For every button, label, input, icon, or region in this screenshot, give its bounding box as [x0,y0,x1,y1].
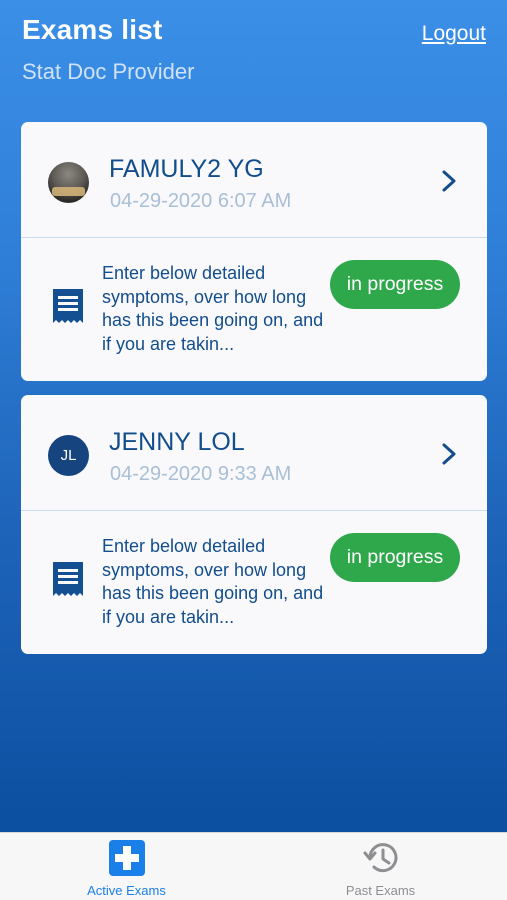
symptoms-text: Enter below detailed symptoms, over how … [102,536,324,627]
chevron-right-icon[interactable] [441,170,457,192]
receipt-icon [53,562,83,596]
exam-date: 04-29-2020 9:33 AM [110,463,292,485]
patient-avatar-photo [48,162,89,203]
patient-name: FAMULY2 YG [109,155,264,183]
history-icon [363,843,397,873]
page-subtitle: Stat Doc Provider [22,59,195,84]
exam-card-body: Enter below detailed symptoms, over how … [21,512,487,654]
tab-active-exams[interactable]: Active Exams [0,833,253,900]
exam-date: 04-29-2020 6:07 AM [110,190,292,212]
exam-card: FAMULY2 YG 04-29-2020 6:07 AM Enter belo… [21,122,487,381]
page-title: Exams list [22,14,163,45]
status-badge: in progress [330,533,460,582]
tab-past-exams[interactable]: Past Exams [254,833,507,900]
exam-card: JL JENNY LOL 04-29-2020 9:33 AM Enter be… [21,395,487,654]
receipt-icon [53,289,83,323]
chevron-right-icon[interactable] [441,443,457,465]
status-badge: in progress [330,260,460,309]
patient-avatar-initials: JL [48,435,89,476]
exam-card-header[interactable]: FAMULY2 YG 04-29-2020 6:07 AM [21,122,487,238]
exams-screen: Exams list Stat Doc Provider Logout FAMU… [0,0,507,832]
exam-card-header[interactable]: JL JENNY LOL 04-29-2020 9:33 AM [21,395,487,511]
tab-label: Active Exams [87,883,166,898]
symptoms-text: Enter below detailed symptoms, over how … [102,263,324,354]
tab-label: Past Exams [345,883,416,898]
tab-bar: Active Exams Past Exams [0,832,507,900]
plus-square-icon [108,840,145,876]
exam-card-body: Enter below detailed symptoms, over how … [21,239,487,381]
patient-name: JENNY LOL [109,428,245,456]
logout-link[interactable]: Logout [422,22,486,46]
